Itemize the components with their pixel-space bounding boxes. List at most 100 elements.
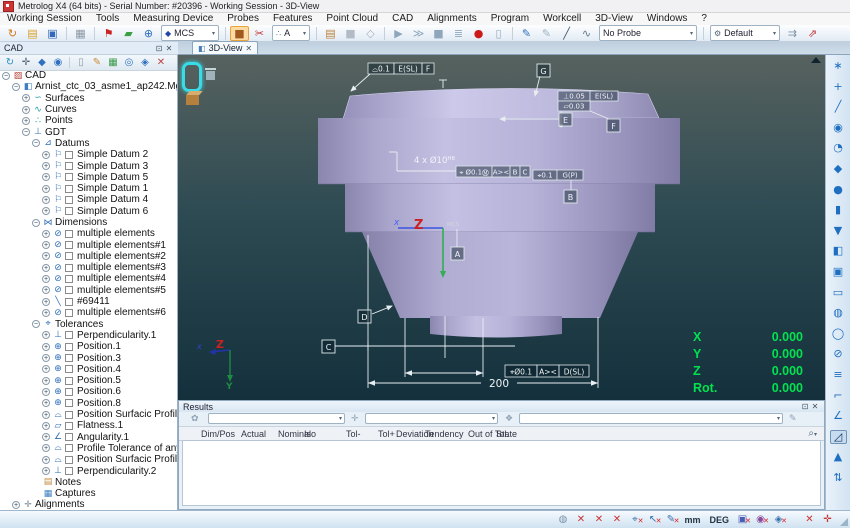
- device-1-offline-icon[interactable]: ✕: [574, 513, 587, 526]
- session-settings-icon[interactable]: ↻: [3, 26, 22, 41]
- tree-item-multiple-elements-1[interactable]: + ⊘ multiple elements#1: [0, 239, 177, 251]
- menu-measuring-device[interactable]: Measuring Device: [126, 13, 220, 25]
- slot-icon[interactable]: ▭: [830, 286, 847, 300]
- tree-expander-icon[interactable]: +: [42, 308, 50, 317]
- tree-expander-icon[interactable]: −: [32, 218, 40, 227]
- menu-working-session[interactable]: Working Session: [0, 13, 89, 25]
- record-icon[interactable]: ●: [469, 26, 488, 41]
- tree-item-checkbox[interactable]: [65, 286, 73, 295]
- pin-icon[interactable]: ⊡: [800, 402, 810, 411]
- tree-item-checkbox[interactable]: [65, 274, 73, 283]
- tree-item-gdt[interactable]: − ⊥ GDT: [0, 126, 177, 138]
- close-icon[interactable]: ✕: [810, 402, 820, 411]
- cylinder-icon[interactable]: ▮: [830, 203, 847, 217]
- run-program-icon[interactable]: ▶: [389, 26, 408, 41]
- catalog-icon[interactable]: ▤: [321, 26, 340, 41]
- tree-item-position-surfacic-profile-2[interactable]: + ⌓ Position Surfacic Profile 2: [0, 409, 177, 420]
- device-2-offline-icon[interactable]: ✕: [592, 513, 605, 526]
- stop-program-icon[interactable]: ■: [429, 26, 448, 41]
- tree-expander-icon[interactable]: +: [42, 444, 50, 453]
- tree-item-cad[interactable]: − ▨ CAD: [0, 70, 177, 81]
- tree-item-checkbox[interactable]: [65, 195, 73, 204]
- tree-item-captures[interactable]: ▦ Captures: [0, 488, 177, 499]
- cmm-offline-icon[interactable]: ▣ ✕: [736, 513, 751, 526]
- tree-expander-icon[interactable]: +: [42, 376, 50, 385]
- menu-3d-view[interactable]: 3D-View: [588, 13, 640, 25]
- column-header-iso[interactable]: Iso: [304, 429, 316, 439]
- tree-item-checkbox[interactable]: [65, 365, 73, 374]
- tree-item-multiple-elements-6[interactable]: + ⊘ multiple elements#6: [0, 307, 177, 318]
- menu-cad[interactable]: CAD: [385, 13, 420, 25]
- angle-icon[interactable]: ∠: [830, 409, 847, 423]
- tree-expander-icon[interactable]: +: [42, 421, 50, 430]
- tree-expander-icon[interactable]: +: [42, 150, 50, 159]
- resize-grip[interactable]: [840, 518, 848, 526]
- tree-item-surfaces[interactable]: + ∽ Surfaces: [0, 93, 177, 104]
- tree-expander-icon[interactable]: −: [32, 139, 40, 148]
- torus-icon[interactable]: ⊘: [830, 347, 847, 361]
- menu-features[interactable]: Features: [266, 13, 319, 25]
- search-icon[interactable]: ◎: [122, 56, 136, 69]
- tree-item-position-5[interactable]: + ⊕ Position.5: [0, 375, 177, 386]
- capture-frame-icon[interactable]: [182, 62, 202, 92]
- refresh-view-icon[interactable]: ↻: [3, 56, 17, 69]
- tree-item-checkbox[interactable]: [65, 207, 73, 216]
- tree-item-position-surfacic-profile-1[interactable]: + ⌓ Position Surfacic Profile.1: [0, 454, 177, 465]
- plane-icon[interactable]: ◆: [830, 162, 847, 176]
- tree-expander-icon[interactable]: −: [22, 128, 30, 137]
- menu-probes[interactable]: Probes: [220, 13, 266, 25]
- close-icon[interactable]: ✕: [164, 44, 174, 53]
- text-filter-input[interactable]: ▾: [519, 413, 783, 424]
- tree-item-checkbox[interactable]: [65, 467, 73, 476]
- tree-expander-icon[interactable]: +: [42, 252, 50, 261]
- triangle-icon[interactable]: ◿: [829, 429, 847, 444]
- tree-item-position-8[interactable]: + ⊕ Position.8: [0, 398, 177, 409]
- cone-icon[interactable]: ▼: [830, 224, 847, 238]
- tree-item-checkbox[interactable]: [65, 162, 73, 171]
- column-header-state[interactable]: State: [496, 429, 517, 439]
- tree-item-perpendicularity-2[interactable]: + ⊥ Perpendicularity.2: [0, 465, 177, 477]
- tree-expander-icon[interactable]: +: [42, 195, 50, 204]
- remove-icon[interactable]: ✕: [154, 56, 168, 69]
- tree-item-checkbox[interactable]: [65, 229, 73, 238]
- tree-item-notes[interactable]: ▤ Notes: [0, 477, 177, 488]
- tree-item-checkbox[interactable]: [65, 399, 73, 408]
- viewport-collapse-icon[interactable]: [811, 57, 821, 63]
- tree-expander-icon[interactable]: +: [42, 173, 50, 182]
- tree-item-tolerances[interactable]: − ⌖ Tolerances: [0, 319, 177, 330]
- pin-icon[interactable]: ⊡: [154, 44, 164, 53]
- construct-point-icon[interactable]: +: [830, 80, 847, 94]
- grid-icon[interactable]: ▦: [106, 56, 120, 69]
- tree-item-simple-datum-3[interactable]: + ⚐ Simple Datum 3: [0, 160, 177, 172]
- tree-item-multiple-elements-5[interactable]: + ⊘ multiple elements#5: [0, 285, 177, 296]
- measure-axes-icon[interactable]: ⇗: [803, 26, 822, 41]
- tree-expander-icon[interactable]: +: [42, 331, 50, 340]
- open-session-icon[interactable]: ▤: [23, 26, 42, 41]
- import-cad-icon[interactable]: ◆: [35, 56, 49, 69]
- line-icon[interactable]: ╱: [830, 100, 847, 114]
- tree-item-checkbox[interactable]: [65, 263, 73, 272]
- report-palette-icon[interactable]: ▰: [119, 26, 138, 41]
- tree-item-alignments[interactable]: + ✛ Alignments: [0, 499, 177, 510]
- tree-item-position-4[interactable]: + ⊕ Position.4: [0, 364, 177, 375]
- chevron-down-icon[interactable]: ▾: [303, 30, 306, 37]
- tree-item-flatness-1[interactable]: + ▱ Flatness.1: [0, 420, 177, 431]
- tree-item-checkbox[interactable]: [65, 184, 73, 193]
- measure-point-icon[interactable]: ∗: [830, 59, 847, 73]
- tree-item-angularity-1[interactable]: + ∠ Angularity.1: [0, 432, 177, 443]
- chevron-down-icon[interactable]: ▾: [339, 415, 342, 422]
- tree-item-multiple-elements[interactable]: + ⊘ multiple elements: [0, 228, 177, 239]
- stylus-icon[interactable]: ╱: [557, 26, 576, 41]
- probe-edit-icon[interactable]: ✎: [517, 26, 536, 41]
- tree-expander-icon[interactable]: +: [42, 162, 50, 171]
- tree-item-checkbox[interactable]: [65, 444, 73, 453]
- tree-item-checkbox[interactable]: [65, 252, 73, 261]
- step-program-icon[interactable]: ≫: [409, 26, 428, 41]
- material-cube-icon[interactable]: [186, 95, 199, 105]
- tree-expander-icon[interactable]: +: [42, 274, 50, 283]
- tree-expander-icon[interactable]: +: [12, 500, 20, 509]
- tab-3d-view[interactable]: ◧ 3D-View ✕: [192, 41, 259, 54]
- tree-expander-icon[interactable]: +: [22, 105, 30, 114]
- feature-filter-select[interactable]: ▾: [208, 413, 345, 424]
- pyramid-icon[interactable]: ▲: [830, 450, 847, 464]
